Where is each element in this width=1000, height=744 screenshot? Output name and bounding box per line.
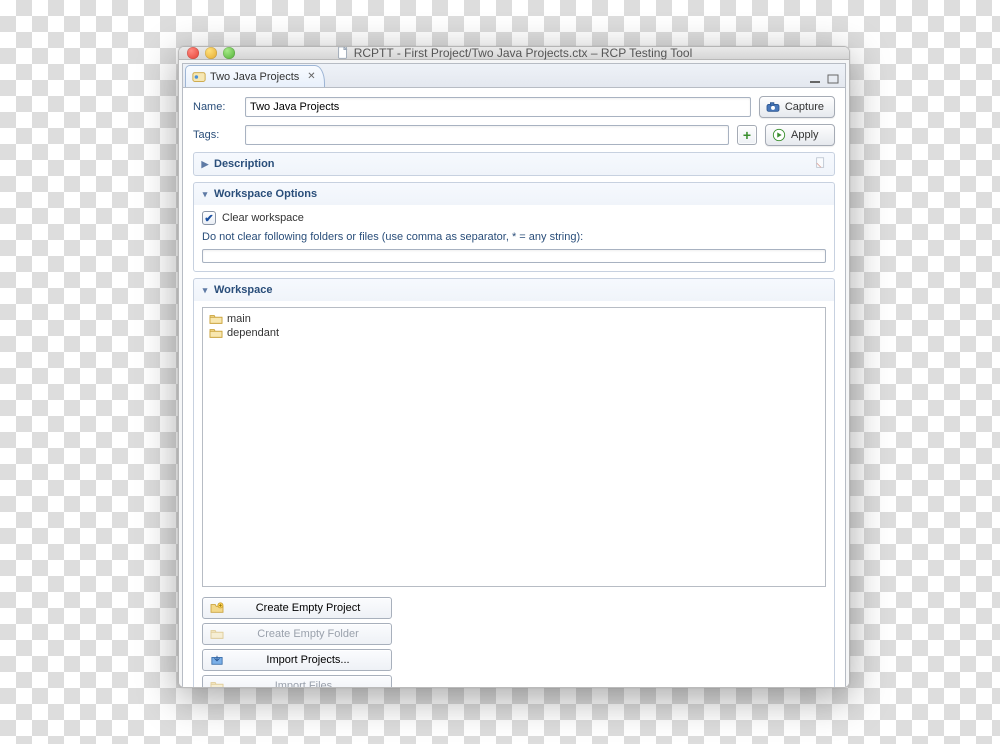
apply-label: Apply: [791, 129, 819, 141]
workspace-actions: Create Empty Project Create Empty Folder I…: [202, 597, 392, 688]
import-files-button: Import Files...: [202, 675, 392, 688]
section-description-header[interactable]: ▶ Description: [194, 153, 834, 175]
button-label: Import Files...: [231, 680, 385, 688]
folder-icon: [209, 628, 225, 640]
context-icon: [192, 70, 206, 84]
title-bar: RCPTT - First Project/Two Java Projects.…: [179, 47, 849, 60]
section-workspace-options-header[interactable]: ▾ Workspace Options: [194, 183, 834, 205]
tags-row: Tags: + Apply: [193, 124, 835, 146]
edit-description-icon[interactable]: [814, 156, 828, 173]
chevron-down-icon: ▾: [200, 189, 210, 200]
tree-item[interactable]: dependant: [209, 326, 819, 340]
clear-workspace-label: Clear workspace: [222, 212, 304, 224]
minimize-pane-icon[interactable]: [809, 74, 821, 84]
section-workspace-options: ▾ Workspace Options ✔ Clear workspace Do…: [193, 182, 835, 272]
button-label: Create Empty Project: [231, 602, 385, 614]
button-label: Create Empty Folder: [231, 628, 385, 640]
name-label: Name:: [193, 101, 237, 113]
editor-area: Two Java Projects ✕ Name:: [182, 63, 846, 688]
section-workspace-options-title: Workspace Options: [214, 188, 317, 200]
tags-input[interactable]: [245, 125, 729, 145]
app-window: RCPTT - First Project/Two Java Projects.…: [178, 46, 850, 688]
chevron-right-icon: ▶: [200, 159, 210, 170]
play-icon: [772, 128, 786, 142]
camera-icon: [766, 101, 780, 113]
tree-item[interactable]: main: [209, 312, 819, 326]
capture-button[interactable]: Capture: [759, 96, 835, 118]
tab-label: Two Java Projects: [210, 71, 299, 83]
chevron-down-icon: ▾: [200, 285, 210, 296]
create-empty-folder-button: Create Empty Folder: [202, 623, 392, 645]
clear-workspace-checkbox[interactable]: ✔: [202, 211, 216, 225]
section-description: ▶ Description: [193, 152, 835, 176]
create-empty-project-button[interactable]: Create Empty Project: [202, 597, 392, 619]
window-title: RCPTT - First Project/Two Java Projects.…: [179, 46, 849, 60]
name-row: Name: Capture: [193, 96, 835, 118]
tab-two-java-projects[interactable]: Two Java Projects ✕: [185, 65, 325, 87]
client-area: Two Java Projects ✕ Name:: [179, 60, 849, 688]
close-icon[interactable]: [187, 47, 199, 59]
folder-new-icon: [209, 602, 225, 614]
editor-tab-bar: Two Java Projects ✕: [183, 64, 845, 88]
folder-icon: [209, 313, 223, 325]
exclude-input[interactable]: [202, 249, 826, 263]
capture-label: Capture: [785, 101, 824, 113]
plus-icon: +: [743, 127, 751, 143]
document-icon: [336, 46, 350, 60]
apply-button[interactable]: Apply: [765, 124, 835, 146]
add-tag-button[interactable]: +: [737, 125, 757, 145]
section-workspace-title: Workspace: [214, 284, 273, 296]
tree-item-label: dependant: [227, 327, 279, 339]
clear-workspace-row: ✔ Clear workspace: [202, 211, 826, 225]
section-description-title: Description: [214, 158, 275, 170]
workspace-tree[interactable]: main dependant: [202, 307, 826, 587]
import-projects-button[interactable]: Import Projects...: [202, 649, 392, 671]
section-workspace: ▾ Workspace main dependant Create Empty P…: [193, 278, 835, 688]
import-icon: [209, 654, 225, 666]
folder-icon: [209, 327, 223, 339]
zoom-icon[interactable]: [223, 47, 235, 59]
name-input[interactable]: [245, 97, 751, 117]
tags-label: Tags:: [193, 129, 237, 141]
exclude-hint: Do not clear following folders or files …: [202, 231, 826, 243]
minimize-icon[interactable]: [205, 47, 217, 59]
maximize-pane-icon[interactable]: [827, 74, 839, 84]
close-tab-icon[interactable]: ✕: [307, 71, 315, 82]
button-label: Import Projects...: [231, 654, 385, 666]
tree-item-label: main: [227, 313, 251, 325]
section-workspace-header[interactable]: ▾ Workspace: [194, 279, 834, 301]
window-controls: [187, 47, 235, 59]
folder-icon: [209, 680, 225, 688]
form-body: Name: Capture Tags: +: [183, 88, 845, 688]
